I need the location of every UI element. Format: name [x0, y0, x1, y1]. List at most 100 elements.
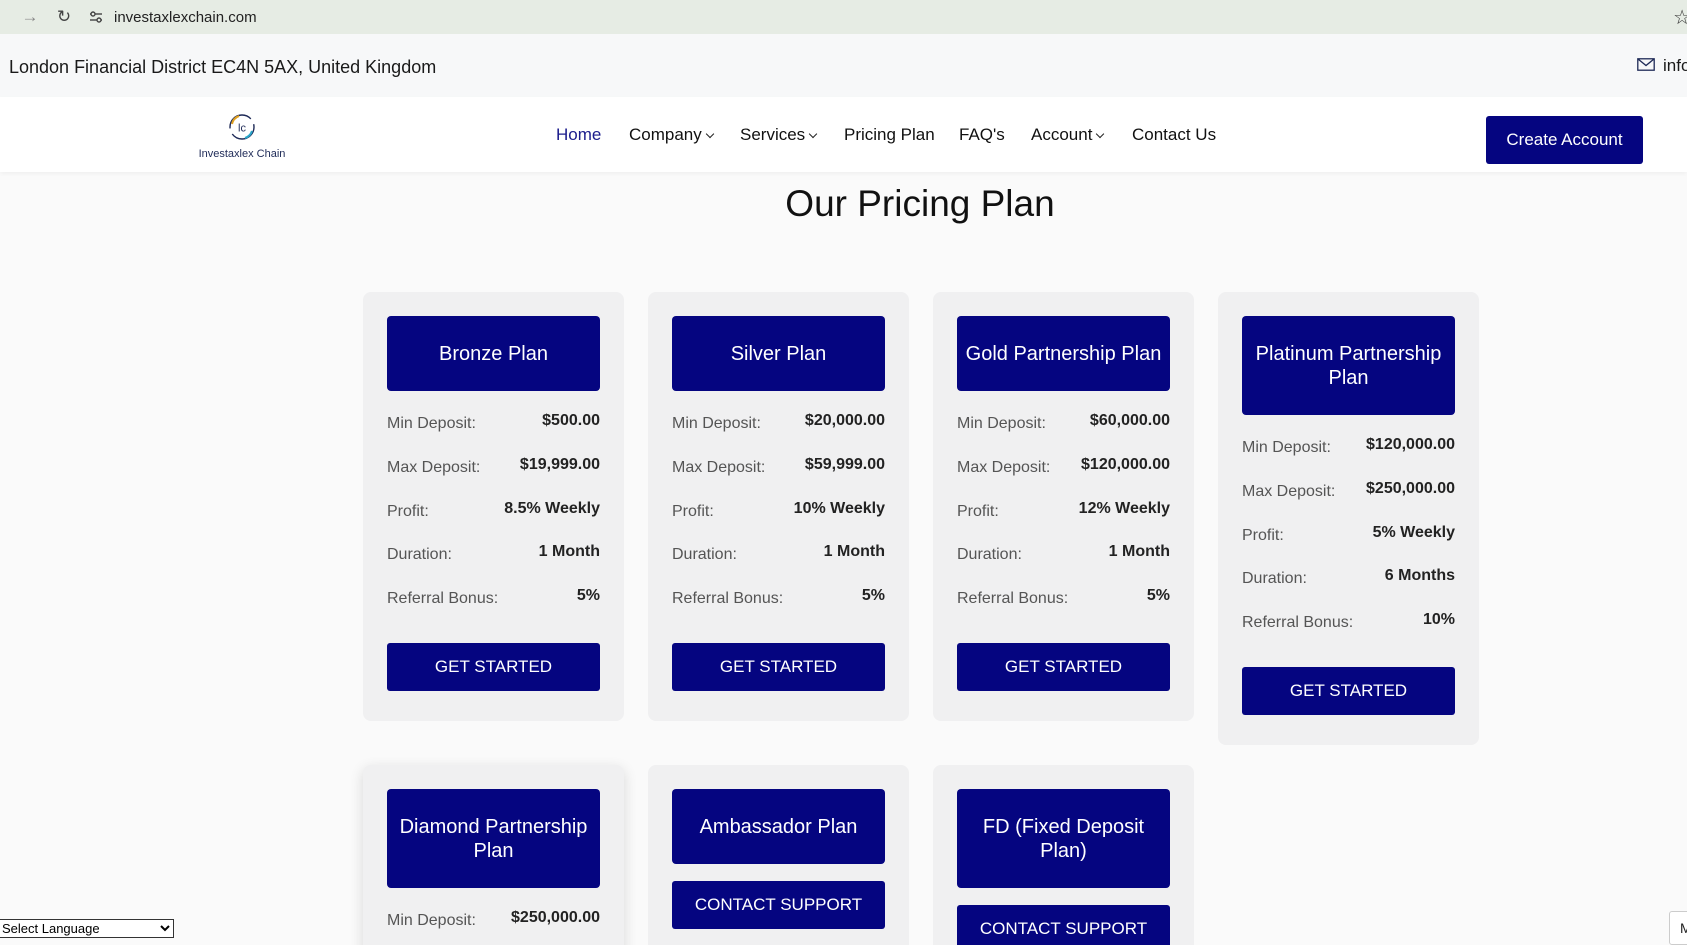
duration-row: Duration: 1 Month	[957, 543, 1170, 563]
min-deposit-row: Min Deposit: $60,000.00	[957, 412, 1170, 432]
duration-value: 1 Month	[823, 543, 885, 560]
duration-value: 1 Month	[1108, 543, 1170, 560]
referral-bonus-value: 5%	[1146, 587, 1170, 604]
referral-bonus-value: 5%	[861, 587, 885, 604]
duration-label: Duration:	[387, 546, 452, 563]
max-deposit-row: Max Deposit: $250,000.00	[1242, 480, 1455, 500]
nav-company[interactable]: Company	[629, 125, 715, 145]
profit-label: Profit:	[672, 503, 714, 520]
language-select[interactable]: Select Language	[0, 919, 174, 938]
referral-bonus-row: Referral Bonus: 5%	[387, 587, 600, 607]
forward-arrow-icon[interactable]: →	[13, 0, 47, 34]
logo-mark-icon: lc	[229, 114, 255, 140]
pricing-card-gold: Gold Partnership Plan Min Deposit: $60,00…	[933, 292, 1194, 721]
top-info-bar: London Financial District EC4N 5AX, Unit…	[0, 34, 1687, 97]
referral-bonus-label: Referral Bonus:	[387, 590, 499, 607]
plan-name: Diamond Partnership Plan	[387, 789, 600, 888]
pricing-card-platinum: Platinum Partnership Plan Min Deposit: $1…	[1218, 292, 1479, 745]
main-navbar: lc Investaxlex Chain Home Company Servic…	[0, 97, 1687, 172]
nav-account-label: Account	[1031, 125, 1093, 144]
referral-bonus-row: Referral Bonus: 10%	[1242, 611, 1455, 631]
max-deposit-row: Max Deposit: $19,999.00	[387, 456, 600, 476]
max-deposit-label: Max Deposit:	[957, 459, 1051, 476]
get-started-button[interactable]: GET STARTED	[957, 643, 1170, 691]
svg-text:lc: lc	[238, 123, 246, 135]
referral-bonus-label: Referral Bonus:	[672, 590, 784, 607]
reload-icon[interactable]: ↻	[47, 0, 81, 34]
max-deposit-value: $59,999.00	[804, 456, 885, 473]
max-deposit-row: Max Deposit: $59,999.00	[672, 456, 885, 476]
min-deposit-value: $60,000.00	[1089, 412, 1170, 429]
profit-value: 5% Weekly	[1372, 524, 1455, 541]
pricing-card-bronze: Bronze Plan Min Deposit: $500.00 Max Depo…	[363, 292, 624, 721]
address-bar[interactable]: investaxlexchain.com	[114, 9, 257, 26]
referral-bonus-row: Referral Bonus: 5%	[957, 587, 1170, 607]
duration-row: Duration: 6 Months	[1242, 567, 1455, 587]
referral-bonus-value: 5%	[576, 587, 600, 604]
min-deposit-row: Min Deposit: $500.00	[387, 412, 600, 432]
min-deposit-value: $20,000.00	[804, 412, 885, 429]
profit-row: Profit: 10% Weekly	[672, 500, 885, 520]
nav-home[interactable]: Home	[556, 125, 601, 145]
envelope-icon	[1637, 58, 1655, 76]
get-started-button[interactable]: GET STARTED	[672, 643, 885, 691]
referral-bonus-label: Referral Bonus:	[1242, 614, 1354, 631]
min-deposit-row: Min Deposit: $20,000.00	[672, 412, 885, 432]
min-deposit-label: Min Deposit:	[957, 415, 1046, 432]
max-deposit-row: Max Deposit: $120,000.00	[957, 456, 1170, 476]
max-deposit-label: Max Deposit:	[672, 459, 766, 476]
site-logo[interactable]: lc Investaxlex Chain	[196, 112, 288, 160]
bookmark-star-icon[interactable]: ☆	[1673, 5, 1687, 30]
corner-widget[interactable]: M	[1669, 911, 1687, 945]
logo-text: Investaxlex Chain	[198, 148, 286, 160]
nav-faqs[interactable]: FAQ's	[959, 125, 1005, 145]
min-deposit-label: Min Deposit:	[387, 415, 476, 432]
plan-name: Gold Partnership Plan	[957, 316, 1170, 391]
pricing-card-ambassador: Ambassador Plan CONTACT SUPPORT	[648, 765, 909, 945]
nav-services-label: Services	[740, 125, 806, 144]
browser-toolbar: → ↻ investaxlexchain.com ☆	[0, 0, 1687, 34]
plan-name: Ambassador Plan	[672, 789, 885, 864]
profit-value: 8.5% Weekly	[504, 500, 600, 517]
pricing-card-fixed-deposit: FD (Fixed Deposit Plan) CONTACT SUPPORT	[933, 765, 1194, 945]
nav-account[interactable]: Account	[1031, 125, 1105, 145]
create-account-button[interactable]: Create Account	[1486, 116, 1643, 164]
contact-support-button[interactable]: CONTACT SUPPORT	[957, 905, 1170, 945]
get-started-button[interactable]: GET STARTED	[387, 643, 600, 691]
min-deposit-row: Min Deposit: $250,000.00	[387, 909, 600, 929]
profit-label: Profit:	[1242, 527, 1284, 544]
company-address: London Financial District EC4N 5AX, Unit…	[9, 57, 437, 77]
plan-name: FD (Fixed Deposit Plan)	[957, 789, 1170, 888]
max-deposit-value: $250,000.00	[1366, 480, 1455, 497]
referral-bonus-label: Referral Bonus:	[957, 590, 1069, 607]
contact-support-button[interactable]: CONTACT SUPPORT	[672, 881, 885, 929]
duration-label: Duration:	[672, 546, 737, 563]
profit-value: 12% Weekly	[1078, 500, 1170, 517]
site-settings-icon[interactable]	[85, 6, 107, 28]
duration-label: Duration:	[957, 546, 1022, 563]
pricing-card-silver: Silver Plan Min Deposit: $20,000.00 Max D…	[648, 292, 909, 721]
min-deposit-value: $500.00	[542, 412, 600, 429]
get-started-button[interactable]: GET STARTED	[1242, 667, 1455, 715]
referral-bonus-row: Referral Bonus: 5%	[672, 587, 885, 607]
duration-value: 6 Months	[1384, 567, 1455, 584]
nav-pricing-plan[interactable]: Pricing Plan	[844, 125, 935, 145]
nav-company-label: Company	[629, 125, 702, 144]
chevron-down-icon	[705, 129, 715, 139]
max-deposit-label: Max Deposit:	[1242, 483, 1336, 500]
max-deposit-value: $19,999.00	[519, 456, 600, 473]
min-deposit-label: Min Deposit:	[672, 415, 761, 432]
profit-value: 10% Weekly	[793, 500, 885, 517]
profit-label: Profit:	[387, 503, 429, 520]
min-deposit-row: Min Deposit: $120,000.00	[1242, 436, 1455, 456]
plan-name: Platinum Partnership Plan	[1242, 316, 1455, 415]
contact-email[interactable]: info	[1663, 56, 1687, 76]
duration-label: Duration:	[1242, 570, 1307, 587]
profit-row: Profit: 8.5% Weekly	[387, 500, 600, 520]
page-title: Our Pricing Plan	[785, 183, 1055, 224]
chevron-down-icon	[808, 129, 818, 139]
nav-contact-us[interactable]: Contact Us	[1132, 125, 1216, 145]
plan-name: Silver Plan	[672, 316, 885, 391]
pricing-card-diamond: Diamond Partnership Plan Min Deposit: $25…	[363, 765, 624, 945]
nav-services[interactable]: Services	[740, 125, 818, 145]
